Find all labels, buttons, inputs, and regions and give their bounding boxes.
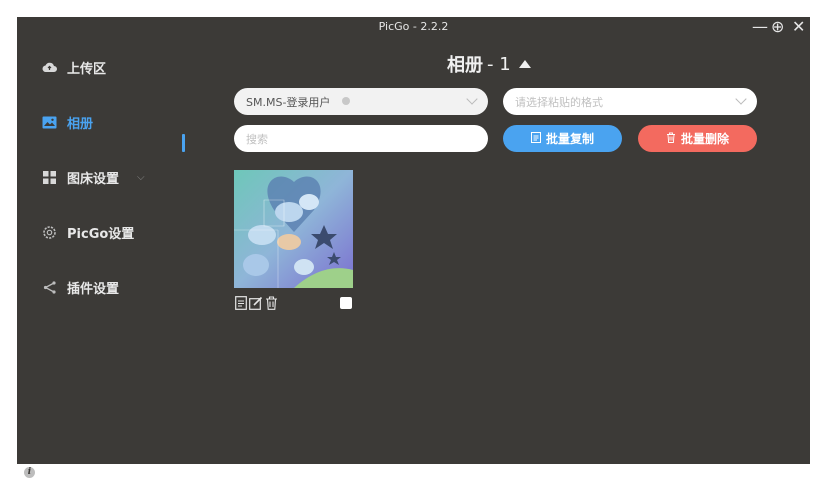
uploader-select-value: SM.MS-登录用户 <box>246 96 331 109</box>
delete-icon[interactable] <box>265 296 278 315</box>
gallery-image-thumbnail[interactable] <box>234 170 353 288</box>
grid-icon <box>41 169 57 185</box>
chevron-down-icon: ⌵ <box>137 171 145 183</box>
info-icon[interactable]: i <box>24 467 35 478</box>
picture-icon <box>41 114 57 130</box>
batch-delete-button[interactable]: 批量删除 <box>638 125 757 152</box>
batch-copy-button[interactable]: 批量复制 <box>503 125 622 152</box>
gallery-count: - 1 <box>487 53 511 75</box>
pin-button[interactable]: ⊕ <box>771 18 784 36</box>
gallery-title: 相册 <box>447 55 483 76</box>
edit-icon[interactable] <box>249 296 263 315</box>
search-input[interactable]: 搜索 <box>234 125 488 152</box>
copy-icon[interactable] <box>235 296 247 315</box>
select-checkbox[interactable] <box>340 297 352 309</box>
gear-icon <box>41 224 57 240</box>
sidebar-item-picgo-settings[interactable]: PicGo设置 <box>41 220 134 244</box>
document-icon <box>530 131 541 146</box>
sidebar: 上传区 相册 图床设置 ⌵ PicGo设置 插件设置 i <box>17 39 195 478</box>
sidebar-item-picbed-settings[interactable]: 图床设置 ⌵ <box>41 165 145 189</box>
title-bar: PicGo - 2.2.2 — ⊕ ✕ <box>17 17 810 39</box>
chevron-down-icon <box>466 93 478 105</box>
paste-format-placeholder: 请选择粘贴的格式 <box>515 96 603 109</box>
window-title: PicGo - 2.2.2 <box>378 20 449 33</box>
cloud-upload-icon <box>41 59 57 75</box>
caret-up-icon[interactable] <box>518 60 531 68</box>
search-placeholder: 搜索 <box>246 133 268 146</box>
sidebar-item-label: 上传区 <box>67 61 107 77</box>
thumbnail-image <box>234 170 353 288</box>
sidebar-item-label: 图床设置 <box>67 171 120 187</box>
share-icon <box>41 279 57 295</box>
sidebar-item-gallery[interactable]: 相册 <box>41 110 93 134</box>
batch-copy-label: 批量复制 <box>545 132 594 146</box>
app-window: PicGo - 2.2.2 — ⊕ ✕ 上传区 相册 图床设置 ⌵ PicGo设… <box>17 17 810 478</box>
minimize-button[interactable]: — <box>752 18 768 36</box>
sidebar-item-plugin-settings[interactable]: 插件设置 <box>41 275 119 299</box>
close-button[interactable]: ✕ <box>792 18 805 36</box>
active-indicator <box>182 134 185 152</box>
sidebar-item-label: 插件设置 <box>67 281 120 297</box>
sidebar-item-label: PicGo设置 <box>67 226 135 242</box>
batch-delete-label: 批量删除 <box>680 132 729 146</box>
image-actions <box>235 296 278 315</box>
trash-icon <box>666 132 676 146</box>
page-title: 相册 - 1 <box>447 51 531 77</box>
sidebar-item-label: 相册 <box>67 116 94 132</box>
chevron-down-icon <box>735 93 747 105</box>
clear-icon[interactable] <box>342 97 350 105</box>
uploader-select[interactable]: SM.MS-登录用户 <box>234 88 488 115</box>
paste-format-select[interactable]: 请选择粘贴的格式 <box>503 88 757 115</box>
sidebar-item-upload[interactable]: 上传区 <box>41 55 106 79</box>
